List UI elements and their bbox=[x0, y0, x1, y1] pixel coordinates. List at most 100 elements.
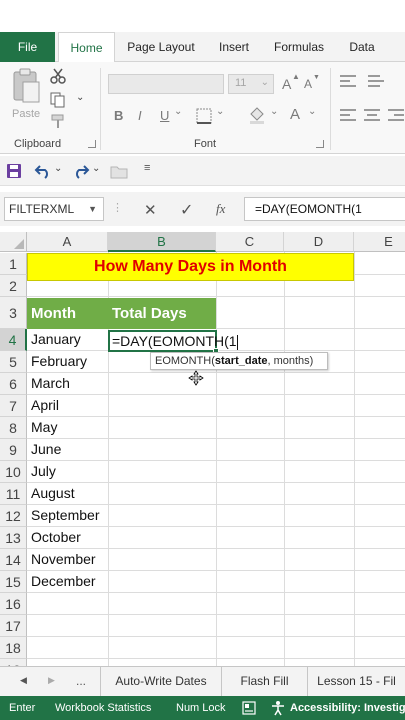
tab-page-layout[interactable]: Page Layout bbox=[120, 32, 202, 62]
tab-data[interactable]: Data bbox=[337, 32, 387, 62]
cell-a10[interactable]: July bbox=[28, 463, 56, 479]
text-caret bbox=[236, 334, 238, 350]
workbook-statistics-button[interactable]: Workbook Statistics bbox=[55, 696, 151, 720]
font-color-dropdown-icon[interactable]: ⌄ bbox=[308, 106, 316, 117]
tab-insert[interactable]: Insert bbox=[207, 32, 261, 62]
row-header-6[interactable]: 6 bbox=[0, 373, 27, 395]
header-total-days-cell[interactable]: Total Days bbox=[108, 298, 216, 329]
copy-dropdown-icon[interactable]: ⌄ bbox=[76, 92, 84, 103]
cancel-formula-button[interactable]: ✕ bbox=[144, 201, 157, 219]
row-header-9[interactable]: 9 bbox=[0, 439, 27, 461]
cell-a5[interactable]: February bbox=[28, 353, 87, 369]
row-header-3[interactable]: 3 bbox=[0, 297, 27, 329]
align-right-icon[interactable] bbox=[388, 106, 404, 124]
cell-a13[interactable]: October bbox=[28, 529, 81, 545]
sheet-tab-lesson-15[interactable]: Lesson 15 - Fil bbox=[308, 667, 405, 696]
function-tooltip[interactable]: EOMONTH(start_date, months) bbox=[150, 352, 328, 370]
fill-color-icon[interactable] bbox=[248, 106, 266, 124]
align-left-icon[interactable] bbox=[340, 106, 356, 124]
row-header-17[interactable]: 17 bbox=[0, 615, 27, 637]
font-size-box[interactable]: 11 ⌄ bbox=[228, 74, 274, 94]
row-header-18[interactable]: 18 bbox=[0, 637, 27, 659]
redo-icon[interactable] bbox=[72, 163, 90, 179]
redo-dropdown-icon[interactable]: ⌄ bbox=[92, 163, 100, 174]
cell-a4[interactable]: January bbox=[28, 331, 81, 347]
sheet-title-cell[interactable]: How Many Days in Month bbox=[27, 253, 354, 281]
cell-a14[interactable]: November bbox=[28, 551, 96, 567]
row-header-8[interactable]: 8 bbox=[0, 417, 27, 439]
bold-button[interactable]: B bbox=[114, 108, 123, 123]
italic-button[interactable]: I bbox=[138, 108, 142, 123]
sheet-next-button[interactable]: ▶ bbox=[48, 675, 55, 686]
enter-formula-button[interactable]: ✓ bbox=[180, 200, 193, 220]
paste-button[interactable]: Paste bbox=[8, 68, 44, 126]
sheet-prev-button[interactable]: ◀ bbox=[20, 675, 27, 686]
undo-icon[interactable] bbox=[34, 163, 52, 179]
accessibility-icon[interactable] bbox=[270, 700, 286, 716]
header-month-cell[interactable]: Month bbox=[27, 298, 108, 329]
save-icon[interactable] bbox=[6, 163, 22, 179]
column-header-e[interactable]: E bbox=[354, 232, 405, 252]
borders-icon[interactable] bbox=[196, 108, 212, 124]
column-header-d[interactable]: D bbox=[284, 232, 354, 252]
borders-dropdown-icon[interactable]: ⌄ bbox=[216, 106, 224, 117]
name-box-dropdown-icon[interactable]: ▼ bbox=[88, 198, 97, 220]
font-launcher-icon[interactable] bbox=[316, 140, 324, 148]
underline-button[interactable]: U bbox=[160, 108, 169, 123]
align-top-icon[interactable] bbox=[340, 72, 356, 90]
shrink-font-button[interactable]: A bbox=[304, 77, 312, 91]
tab-file[interactable]: File bbox=[0, 32, 55, 62]
tab-home[interactable]: Home bbox=[58, 32, 115, 63]
row-header-2[interactable]: 2 bbox=[0, 275, 27, 297]
align-center-icon[interactable] bbox=[364, 106, 380, 124]
undo-dropdown-icon[interactable]: ⌄ bbox=[54, 163, 62, 174]
formula-input[interactable]: =DAY(EOMONTH(1 bbox=[244, 197, 405, 221]
row-header-19[interactable]: 19 bbox=[0, 659, 27, 666]
row-header-1[interactable]: 1 bbox=[0, 253, 27, 275]
clipboard-launcher-icon[interactable] bbox=[88, 140, 96, 148]
row-header-10[interactable]: 10 bbox=[0, 461, 27, 483]
sheet-more-button[interactable]: ... bbox=[76, 674, 86, 688]
row-header-15[interactable]: 15 bbox=[0, 571, 27, 593]
customize-qat-icon[interactable]: ≡ bbox=[144, 162, 150, 174]
row-header-13[interactable]: 13 bbox=[0, 527, 27, 549]
cell-a8[interactable]: May bbox=[28, 419, 57, 435]
row-header-14[interactable]: 14 bbox=[0, 549, 27, 571]
fill-color-dropdown-icon[interactable]: ⌄ bbox=[270, 106, 278, 117]
row-header-11[interactable]: 11 bbox=[0, 483, 27, 505]
grow-font-button[interactable]: A bbox=[282, 76, 291, 92]
format-painter-icon[interactable] bbox=[50, 114, 66, 130]
row-header-12[interactable]: 12 bbox=[0, 505, 27, 527]
cell-a12[interactable]: September bbox=[28, 507, 99, 523]
cell-a9[interactable]: June bbox=[28, 441, 61, 457]
insert-function-button[interactable]: fx bbox=[216, 201, 225, 217]
row-header-16[interactable]: 16 bbox=[0, 593, 27, 615]
underline-dropdown-icon[interactable]: ⌄ bbox=[174, 106, 182, 117]
gridline bbox=[216, 252, 217, 666]
row-header-7[interactable]: 7 bbox=[0, 395, 27, 417]
column-header-a[interactable]: A bbox=[27, 232, 108, 252]
align-middle-icon[interactable] bbox=[368, 72, 384, 90]
font-name-box[interactable] bbox=[108, 74, 224, 94]
cell-a7[interactable]: April bbox=[28, 397, 59, 413]
cell-a6[interactable]: March bbox=[28, 375, 70, 391]
macro-recording-icon[interactable] bbox=[242, 701, 256, 715]
column-header-c[interactable]: C bbox=[216, 232, 284, 252]
sheet-tab-auto-write-dates[interactable]: Auto-Write Dates bbox=[100, 667, 222, 696]
active-cell-b4[interactable]: =DAY(EOMONTH(1 bbox=[108, 330, 238, 352]
name-box[interactable]: FILTERXML ▼ bbox=[4, 197, 104, 221]
tab-formulas[interactable]: Formulas bbox=[266, 32, 332, 62]
font-color-button[interactable]: A bbox=[290, 106, 300, 123]
tooltip-function[interactable]: EOMONTH( bbox=[155, 355, 215, 367]
copy-icon[interactable] bbox=[50, 92, 66, 108]
sheet-tab-flash-fill[interactable]: Flash Fill bbox=[222, 667, 308, 696]
accessibility-status[interactable]: Accessibility: Investiga bbox=[290, 696, 405, 720]
cell-a11[interactable]: August bbox=[28, 485, 75, 501]
column-header-b[interactable]: B bbox=[108, 232, 216, 252]
cell-a15[interactable]: December bbox=[28, 573, 96, 589]
folder-icon[interactable] bbox=[110, 165, 128, 179]
row-header-4[interactable]: 4 bbox=[0, 329, 27, 351]
gridline bbox=[27, 482, 405, 483]
row-header-5[interactable]: 5 bbox=[0, 351, 27, 373]
cut-icon[interactable] bbox=[50, 68, 66, 84]
